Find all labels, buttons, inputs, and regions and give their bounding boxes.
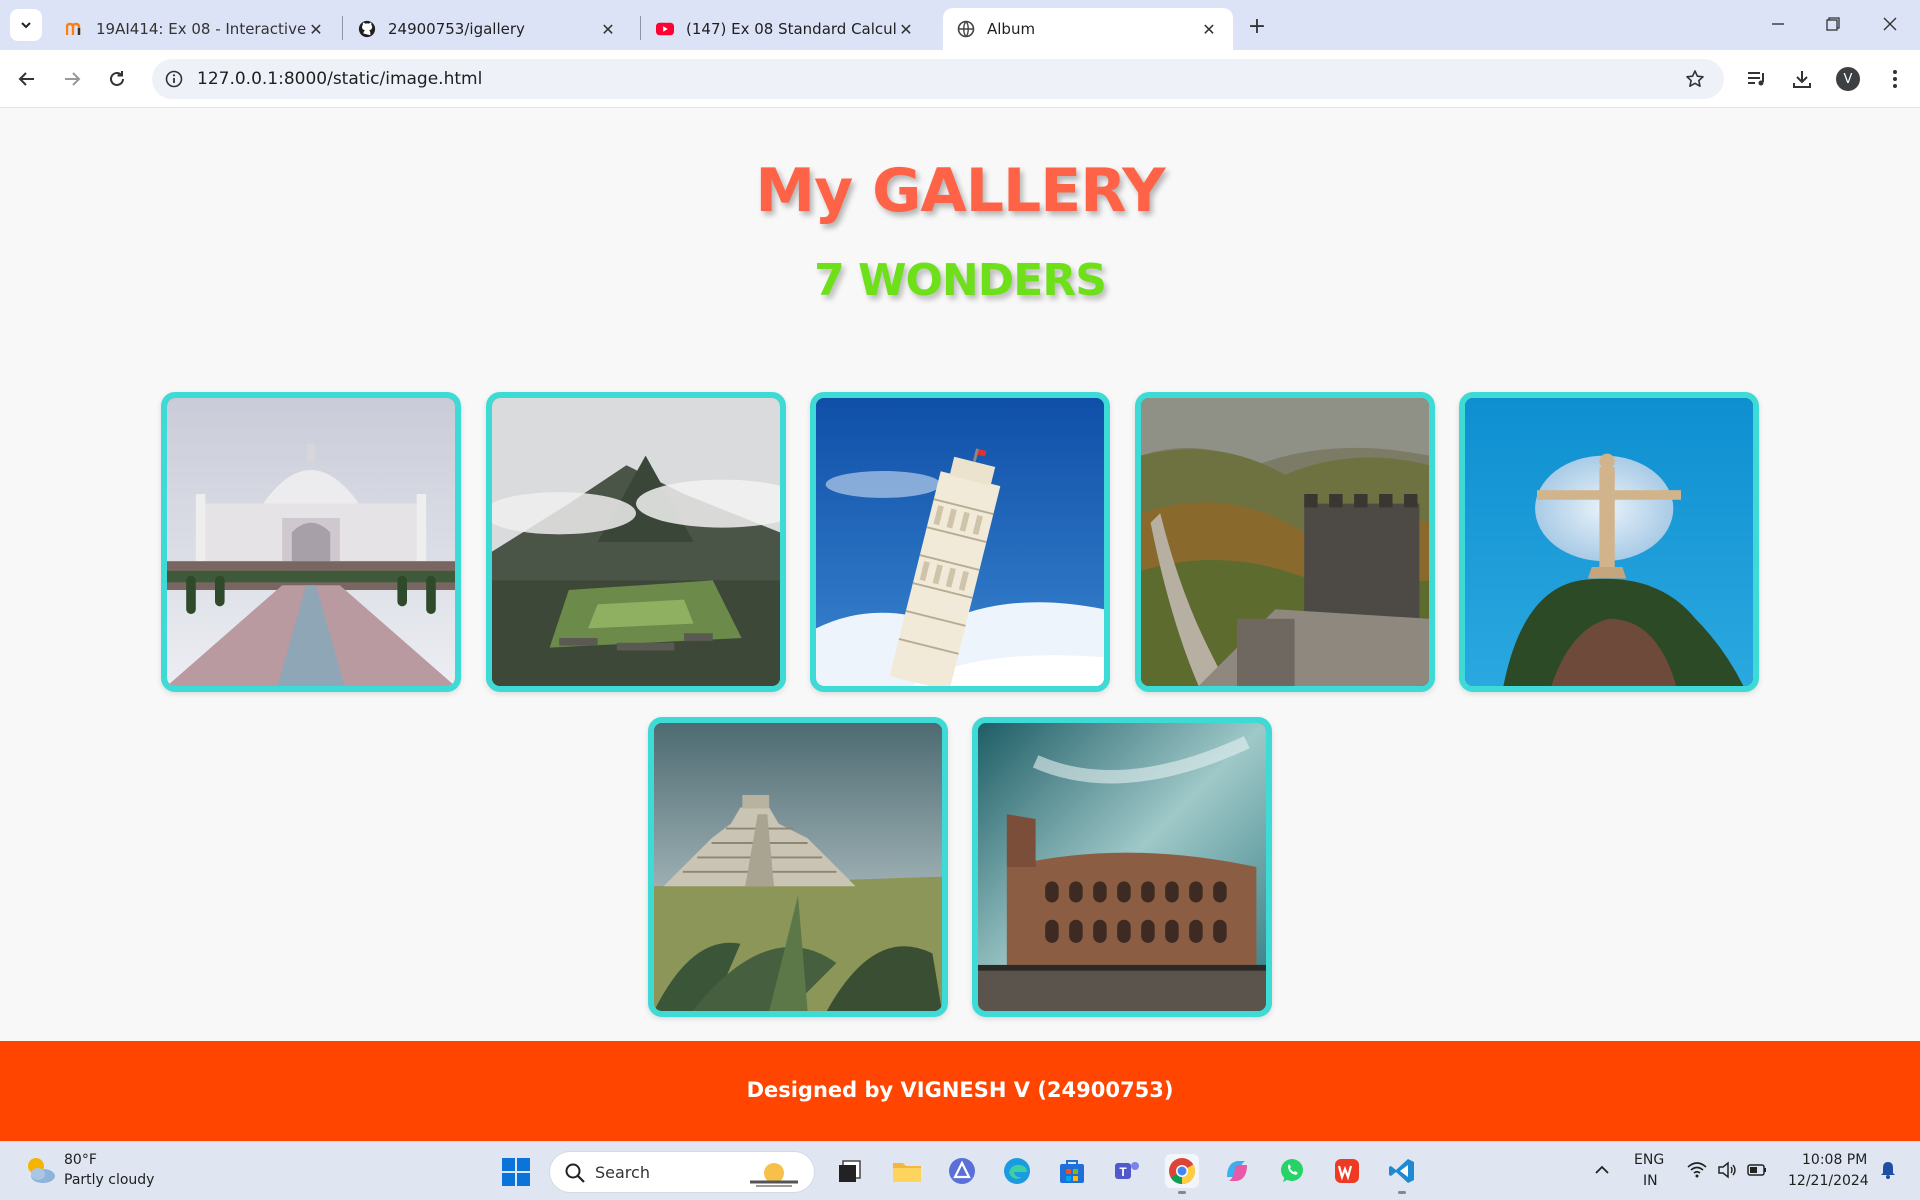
youtube-icon bbox=[656, 20, 674, 38]
weather-desc: Partly cloudy bbox=[64, 1172, 155, 1188]
windows-start-icon[interactable] bbox=[500, 1156, 532, 1188]
reload-button[interactable] bbox=[102, 64, 132, 94]
more-menu-icon[interactable] bbox=[1882, 66, 1908, 92]
active-indicator bbox=[1398, 1191, 1406, 1194]
tab-strip: 19AI414: Ex 08 - Interactive Ima ✕ 24900… bbox=[0, 0, 1920, 50]
gallery-image-machu-picchu[interactable] bbox=[486, 392, 786, 692]
teams-icon[interactable]: T bbox=[1110, 1154, 1144, 1188]
page-subtitle: 7 WONDERS bbox=[814, 255, 1107, 306]
close-window-button[interactable] bbox=[1870, 10, 1910, 38]
taskbar-search[interactable]: Search bbox=[549, 1151, 815, 1193]
tab-github[interactable]: 24900753/igallery ✕ bbox=[344, 8, 632, 50]
edge-browser-icon[interactable] bbox=[1000, 1154, 1034, 1188]
app-triangle-icon[interactable] bbox=[945, 1154, 979, 1188]
github-icon bbox=[358, 20, 376, 38]
chevron-up-icon[interactable] bbox=[1592, 1160, 1612, 1180]
vscode-icon[interactable] bbox=[1385, 1154, 1419, 1194]
profile-avatar[interactable]: V bbox=[1836, 67, 1860, 91]
language-indicator[interactable]: ENG bbox=[1634, 1152, 1664, 1168]
gallery-image-great-wall-of-china[interactable] bbox=[1135, 392, 1435, 692]
tab-moodle[interactable]: 19AI414: Ex 08 - Interactive Ima ✕ bbox=[52, 8, 340, 50]
active-indicator bbox=[1178, 1191, 1186, 1194]
close-icon[interactable]: ✕ bbox=[306, 19, 326, 39]
site-info-icon[interactable] bbox=[164, 69, 184, 89]
close-icon[interactable]: ✕ bbox=[598, 19, 618, 39]
page-footer: Designed by VIGNESH V (24900753) bbox=[0, 1041, 1920, 1150]
media-controls-icon[interactable] bbox=[1744, 66, 1770, 92]
close-icon[interactable]: ✕ bbox=[896, 19, 916, 39]
partly-cloudy-icon[interactable] bbox=[22, 1152, 58, 1188]
address-bar[interactable]: 127.0.0.1:8000/static/image.html bbox=[152, 59, 1724, 99]
tab-separator bbox=[640, 16, 641, 40]
back-button[interactable] bbox=[12, 64, 42, 94]
tab-title: Album bbox=[987, 20, 1036, 38]
chrome-icon[interactable] bbox=[1165, 1154, 1199, 1194]
clock-date[interactable]: 12/21/2024 bbox=[1788, 1173, 1869, 1189]
weather-temp: 80°F bbox=[64, 1152, 97, 1168]
windows-taskbar: 80°F Partly cloudy Search T ENG IN 10:08… bbox=[0, 1141, 1920, 1200]
gallery-image-leaning-tower-of-pisa[interactable] bbox=[810, 392, 1110, 692]
whatsapp-icon[interactable] bbox=[1275, 1154, 1309, 1188]
file-explorer-icon[interactable] bbox=[890, 1154, 924, 1188]
bookmark-star-icon[interactable] bbox=[1684, 68, 1706, 90]
svg-text:T: T bbox=[1119, 1165, 1127, 1179]
clock-time[interactable]: 10:08 PM bbox=[1802, 1152, 1867, 1168]
tab-album[interactable]: Album ✕ bbox=[943, 8, 1233, 50]
microsoft-store-icon[interactable] bbox=[1055, 1154, 1089, 1188]
restore-button[interactable] bbox=[1813, 10, 1853, 38]
globe-icon bbox=[957, 20, 975, 38]
wps-office-icon[interactable] bbox=[1330, 1154, 1364, 1188]
new-tab-button[interactable]: + bbox=[1243, 12, 1271, 40]
moodle-icon bbox=[66, 20, 84, 38]
footer-credit: Designed by VIGNESH V (24900753) bbox=[746, 1078, 1174, 1102]
task-view-icon[interactable] bbox=[833, 1154, 867, 1188]
tab-title: 19AI414: Ex 08 - Interactive Ima bbox=[96, 20, 306, 38]
url-text: 127.0.0.1:8000/static/image.html bbox=[197, 69, 483, 89]
wifi-icon[interactable] bbox=[1686, 1159, 1708, 1181]
search-placeholder: Search bbox=[595, 1163, 650, 1182]
notification-bell-icon[interactable] bbox=[1878, 1160, 1898, 1180]
tab-youtube[interactable]: (147) Ex 08 Standard Calculator ✕ bbox=[642, 8, 930, 50]
browser-toolbar: 127.0.0.1:8000/static/image.html bbox=[0, 50, 1920, 108]
close-icon bbox=[1883, 17, 1897, 31]
chevron-down-icon bbox=[21, 22, 31, 29]
forward-button[interactable] bbox=[57, 64, 87, 94]
tab-separator bbox=[342, 16, 343, 40]
arrow-left-icon bbox=[18, 72, 34, 86]
page-title: My GALLERY bbox=[755, 156, 1165, 226]
search-icon bbox=[565, 1163, 585, 1183]
minimize-button[interactable] bbox=[1758, 10, 1798, 38]
download-icon[interactable] bbox=[1789, 66, 1815, 92]
restore-icon bbox=[1826, 17, 1840, 31]
minimize-icon bbox=[1772, 23, 1784, 25]
volume-icon[interactable] bbox=[1716, 1159, 1738, 1181]
close-icon[interactable]: ✕ bbox=[1199, 19, 1219, 39]
tab-title: 24900753/igallery bbox=[388, 20, 525, 38]
gallery-image-taj-mahal[interactable] bbox=[161, 392, 461, 692]
gallery-image-christ-the-redeemer[interactable] bbox=[1459, 392, 1759, 692]
page-content: My GALLERY 7 WONDERS Designed by VIGNESH… bbox=[0, 109, 1920, 1150]
tab-title: (147) Ex 08 Standard Calculator bbox=[686, 20, 896, 38]
battery-icon[interactable] bbox=[1746, 1159, 1768, 1181]
reload-icon bbox=[110, 71, 124, 86]
gallery-image-colosseum[interactable] bbox=[972, 717, 1272, 1017]
copilot-icon[interactable] bbox=[1220, 1154, 1254, 1188]
gallery-image-chichen-itza[interactable] bbox=[648, 717, 948, 1017]
language-region: IN bbox=[1643, 1173, 1658, 1189]
tab-search-button[interactable] bbox=[10, 9, 42, 41]
search-highlight-icon bbox=[750, 1163, 798, 1187]
arrow-right-icon bbox=[65, 72, 81, 86]
